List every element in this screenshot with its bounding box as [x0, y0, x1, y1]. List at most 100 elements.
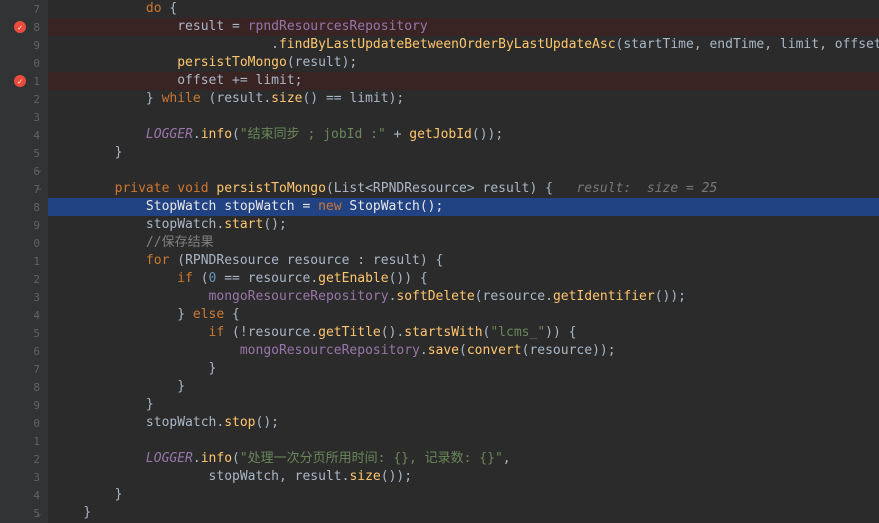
token-ident: result — [373, 253, 420, 268]
token-op: } — [209, 361, 217, 376]
token-op: , — [279, 469, 295, 484]
code-line[interactable]: } else { — [48, 306, 879, 324]
token-op: } — [115, 145, 123, 160]
code-line[interactable]: } — [48, 360, 879, 378]
gutter-line[interactable]: 4 — [0, 306, 48, 324]
fold-icon[interactable]: ⌄ — [36, 509, 44, 517]
code-line[interactable]: stopWatch.stop(); — [48, 414, 879, 432]
code-line[interactable]: stopWatch.start(); — [48, 216, 879, 234]
gutter-line[interactable]: 3 — [0, 108, 48, 126]
code-line[interactable] — [48, 162, 879, 180]
token-var: rpndResourcesRepository — [248, 19, 428, 34]
token-op: < — [365, 181, 373, 196]
code-line[interactable]: do { — [48, 0, 879, 18]
gutter-line[interactable]: 0 — [0, 234, 48, 252]
gutter-line[interactable]: 1 — [0, 432, 48, 450]
token-ident: resource — [529, 343, 592, 358]
editor-gutter: 7890123456−7−890123456789012345⌄ — [0, 0, 48, 523]
code-line[interactable]: StopWatch stopWatch = new StopWatch(); — [48, 198, 879, 216]
token-op: + — [386, 127, 409, 142]
gutter-line[interactable]: 7− — [0, 180, 48, 198]
token-str: "lcms_" — [490, 325, 545, 340]
token-op: ( — [232, 127, 240, 142]
code-line[interactable]: persistToMongo(result); — [48, 54, 879, 72]
code-line[interactable]: } — [48, 504, 879, 522]
code-line[interactable]: } — [48, 378, 879, 396]
gutter-line[interactable]: 0 — [0, 414, 48, 432]
token-op: { — [162, 1, 178, 16]
gutter-line[interactable]: 3 — [0, 468, 48, 486]
fold-icon[interactable]: − — [36, 185, 44, 193]
token-op: } — [146, 397, 154, 412]
code-line[interactable] — [48, 432, 879, 450]
gutter-line[interactable]: 1 — [0, 252, 48, 270]
code-line[interactable]: result = rpndResourcesRepository — [48, 18, 879, 36]
breakpoint-icon[interactable] — [14, 75, 26, 87]
code-editor[interactable]: do { result = rpndResourcesRepository .f… — [48, 0, 879, 523]
code-line[interactable] — [48, 108, 879, 126]
code-line[interactable]: } — [48, 396, 879, 414]
token-fn: convert — [467, 343, 522, 358]
code-line[interactable]: //保存结果 — [48, 234, 879, 252]
gutter-line[interactable]: 8 — [0, 18, 48, 36]
code-line[interactable]: for (RPNDResource resource : result) { — [48, 252, 879, 270]
token-op: ()); — [381, 469, 412, 484]
gutter-line[interactable]: 4 — [0, 486, 48, 504]
token-fn: getEnable — [318, 271, 388, 286]
gutter-line[interactable]: 9 — [0, 396, 48, 414]
code-line[interactable]: } — [48, 486, 879, 504]
token-op: ( — [169, 253, 185, 268]
gutter-line[interactable]: 4 — [0, 126, 48, 144]
gutter-line[interactable]: 5 — [0, 324, 48, 342]
code-line[interactable]: mongoResourceRepository.softDelete(resou… — [48, 288, 879, 306]
code-line[interactable]: LOGGER.info("处理一次分页所用时间: {}, 记录数: {}", — [48, 450, 879, 468]
gutter-line[interactable]: 2 — [0, 450, 48, 468]
gutter-line[interactable]: 6 — [0, 342, 48, 360]
breakpoint-icon[interactable] — [14, 21, 26, 33]
token-op: , — [764, 37, 780, 52]
token-op: ); — [342, 55, 358, 70]
token-op: . — [263, 91, 271, 106]
gutter-line[interactable]: 9 — [0, 216, 48, 234]
token-fn: findByLastUpdateBetweenOrderByLastUpdate… — [279, 37, 616, 52]
gutter-line[interactable]: 7 — [0, 0, 48, 18]
gutter-line[interactable]: 0 — [0, 54, 48, 72]
fold-icon[interactable]: − — [36, 167, 44, 175]
code-line[interactable]: LOGGER.info("结束同步 ; jobId :" + getJobId(… — [48, 126, 879, 144]
code-line[interactable]: stopWatch, result.size()); — [48, 468, 879, 486]
code-line[interactable]: } — [48, 144, 879, 162]
token-op: } — [146, 91, 162, 106]
token-op: += — [224, 73, 255, 88]
token-plain-bright: StopWatch(); — [342, 199, 444, 214]
gutter-line[interactable]: 5 — [0, 144, 48, 162]
token-op: = — [224, 19, 247, 34]
code-line[interactable]: if (0 == resource.getEnable()) { — [48, 270, 879, 288]
code-line[interactable]: private void persistToMongo(List<RPNDRes… — [48, 180, 879, 198]
token-op: } — [83, 505, 91, 520]
gutter-line[interactable]: 9 — [0, 36, 48, 54]
gutter-line[interactable]: 7 — [0, 360, 48, 378]
code-line[interactable]: offset += limit; — [48, 72, 879, 90]
token-str: "结束同步 ; jobId :" — [240, 127, 386, 142]
token-fn: softDelete — [396, 289, 474, 304]
code-line[interactable]: mongoResourceRepository.save(convert(res… — [48, 342, 879, 360]
gutter-line[interactable]: 2 — [0, 270, 48, 288]
token-ident: stopWatch — [209, 469, 279, 484]
token-ident: stopWatch — [146, 415, 216, 430]
gutter-line[interactable]: 2 — [0, 90, 48, 108]
gutter-line[interactable]: 3 — [0, 288, 48, 306]
token-fn: size — [271, 91, 302, 106]
token-fn: stop — [224, 415, 255, 430]
gutter-line[interactable]: 6− — [0, 162, 48, 180]
gutter-line[interactable]: 1 — [0, 72, 48, 90]
code-line[interactable]: if (!resource.getTitle().startsWith("lcm… — [48, 324, 879, 342]
token-op: ( — [193, 271, 209, 286]
code-line[interactable]: } while (result.size() == limit); — [48, 90, 879, 108]
gutter-line[interactable]: 8 — [0, 378, 48, 396]
gutter-line[interactable]: 8 — [0, 198, 48, 216]
token-ident: List — [334, 181, 365, 196]
code-line[interactable]: .findByLastUpdateBetweenOrderByLastUpdat… — [48, 36, 879, 54]
token-kw: if — [177, 271, 193, 286]
token-var: mongoResourceRepository — [240, 343, 420, 358]
gutter-line[interactable]: 5⌄ — [0, 504, 48, 522]
